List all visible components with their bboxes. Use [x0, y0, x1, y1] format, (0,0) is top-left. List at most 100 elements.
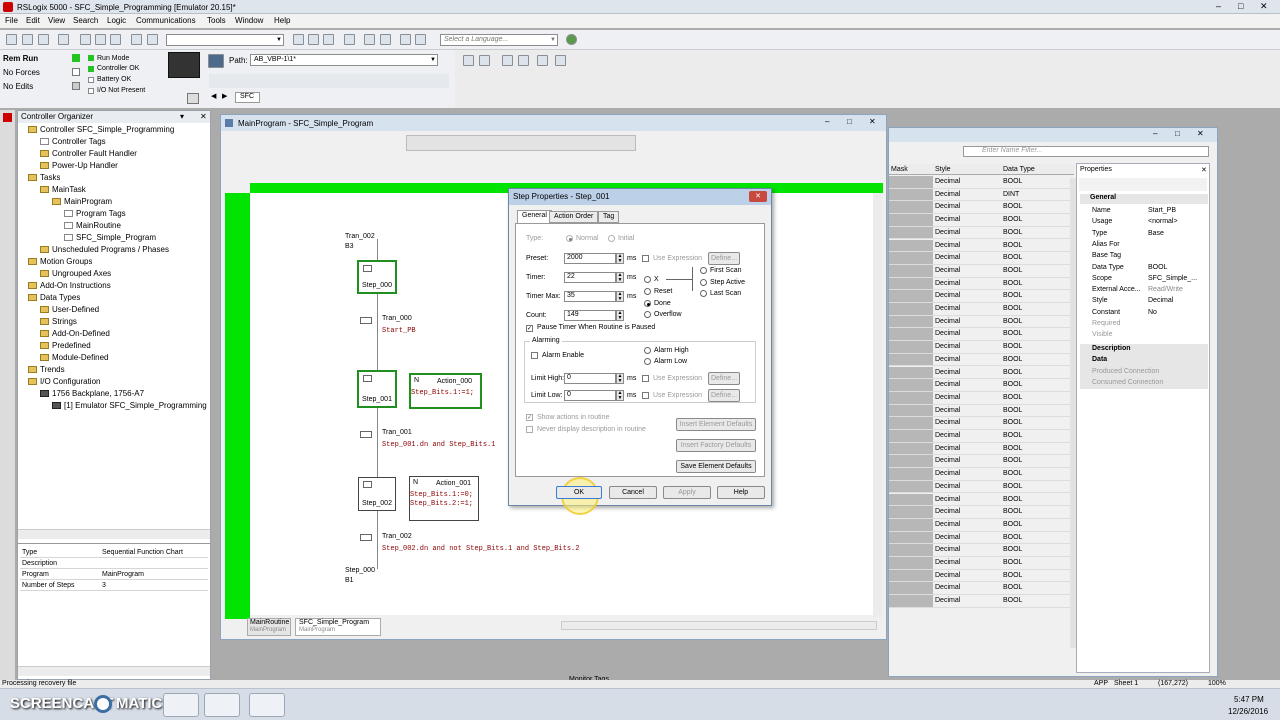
last-scan-radio[interactable]: [700, 290, 707, 297]
tag-row[interactable]: Decimal BOOL: [889, 391, 1074, 405]
tag-property-row[interactable]: Name Start_PB: [1080, 206, 1208, 217]
taskbar-app-1-icon[interactable]: [163, 693, 199, 717]
tag-row[interactable]: Decimal BOOL: [889, 239, 1074, 253]
tag-row[interactable]: Decimal BOOL: [889, 557, 1074, 570]
tag-row[interactable]: Decimal BOOL: [889, 303, 1074, 316]
limit-high-input[interactable]: 0: [564, 373, 616, 384]
timer-max-spinner[interactable]: ▲ ▼: [616, 291, 624, 302]
type-initial-radio[interactable]: [608, 235, 615, 242]
tree-item[interactable]: Trends: [28, 365, 65, 377]
sfc-minimize-icon[interactable]: –: [825, 117, 829, 126]
pin-icon[interactable]: ▾: [180, 112, 184, 121]
col-style[interactable]: Style: [935, 166, 951, 173]
tree-item[interactable]: Add-On-Defined: [40, 329, 110, 341]
dialog-close-icon[interactable]: ✕: [749, 191, 767, 202]
tag-minimize-icon[interactable]: –: [1153, 129, 1157, 138]
open-icon[interactable]: [22, 34, 33, 45]
limit-high-define-button[interactable]: Define...: [708, 372, 740, 385]
type-normal-radio[interactable]: [566, 235, 573, 242]
tree-item[interactable]: Data Types: [28, 293, 80, 305]
ladder-tab-right-icon[interactable]: ▶: [222, 92, 227, 100]
sfc-vscroll[interactable]: [873, 193, 882, 617]
bit-overflow-radio[interactable]: [644, 311, 651, 318]
tag-property-row[interactable]: Type Base: [1080, 229, 1208, 240]
tag-row[interactable]: Decimal BOOL: [889, 214, 1074, 227]
tag-row[interactable]: Decimal BOOL: [889, 468, 1074, 481]
tag-property-row[interactable]: External Acce... Read/Write: [1080, 285, 1208, 296]
verify-controller-icon[interactable]: [380, 34, 391, 45]
limit-low-input[interactable]: 0: [564, 390, 616, 401]
timer-spinner[interactable]: ▲ ▼: [616, 272, 624, 283]
paste-icon[interactable]: [110, 34, 121, 45]
first-scan-radio[interactable]: [700, 267, 707, 274]
alarm-high-radio[interactable]: [644, 347, 651, 354]
col-data-type[interactable]: Data Type: [1003, 166, 1035, 173]
language-select[interactable]: Select a Language... ▼: [440, 34, 558, 46]
limit-high-spinner[interactable]: ▲ ▼: [616, 373, 624, 384]
copy-icon[interactable]: [95, 34, 106, 45]
tree-item[interactable]: Tasks: [28, 173, 60, 185]
tag-row[interactable]: Decimal BOOL: [889, 252, 1074, 265]
tree-item[interactable]: Program Tags: [64, 209, 126, 221]
bit-reset-radio[interactable]: [644, 288, 651, 295]
close-organizer-icon[interactable]: ✕: [200, 112, 207, 121]
menu-tools[interactable]: Tools: [207, 16, 226, 25]
scroll-icon[interactable]: [187, 93, 199, 104]
verify-routine-icon[interactable]: [364, 34, 375, 45]
tag-row[interactable]: Decimal BOOL: [889, 569, 1074, 583]
insert-element-defaults-button[interactable]: Insert Element Defaults: [676, 418, 756, 431]
tag-row[interactable]: Decimal BOOL: [889, 506, 1074, 519]
tag-row[interactable]: Decimal BOOL: [889, 264, 1074, 278]
tag-row[interactable]: Decimal BOOL: [889, 328, 1074, 342]
tag-property-row[interactable]: Constant No: [1080, 308, 1208, 319]
print-icon[interactable]: [58, 34, 69, 45]
preset-use-expression-checkbox[interactable]: [642, 255, 649, 262]
show-actions-checkbox[interactable]: ✓: [526, 414, 533, 421]
limit-low-use-expression-checkbox[interactable]: [642, 392, 649, 399]
tree-item[interactable]: MainRoutine: [64, 221, 121, 233]
sfc-tool-6-icon[interactable]: [555, 55, 566, 66]
redo-icon[interactable]: [147, 34, 158, 45]
property-section[interactable]: Produced Connection: [1080, 366, 1208, 378]
tag-row[interactable]: Decimal DINT: [889, 188, 1074, 202]
tag-row[interactable]: Decimal BOOL: [889, 379, 1074, 392]
network-icon[interactable]: [208, 54, 224, 68]
tree-item[interactable]: Add-On Instructions: [28, 281, 111, 293]
new-icon[interactable]: [6, 34, 17, 45]
tab-general[interactable]: General: [517, 210, 552, 223]
tag-property-row[interactable]: Style Decimal: [1080, 296, 1208, 307]
tran-001-bar[interactable]: [360, 431, 372, 438]
tag-property-row[interactable]: Required: [1080, 319, 1208, 330]
start-page-icon[interactable]: [3, 113, 12, 122]
tag-row[interactable]: Decimal BOOL: [889, 430, 1074, 443]
tag-row[interactable]: Decimal BOOL: [889, 315, 1074, 329]
organizer-hscroll[interactable]: [18, 529, 210, 539]
tag-row[interactable]: Decimal BOOL: [889, 544, 1074, 557]
tab-action-order[interactable]: Action Order: [549, 211, 599, 223]
step-002[interactable]: Step_002: [358, 477, 396, 511]
tree-item[interactable]: Controller Tags: [40, 137, 106, 149]
tree-item[interactable]: Predefined: [40, 341, 91, 353]
col-mask[interactable]: Mask: [891, 166, 908, 173]
help-button[interactable]: Help: [717, 486, 765, 499]
save-icon[interactable]: [38, 34, 49, 45]
limit-low-define-button[interactable]: Define...: [708, 389, 740, 402]
tree-item[interactable]: MainTask: [40, 185, 86, 197]
tran-000-bar[interactable]: [360, 317, 372, 324]
bit-x-radio[interactable]: [644, 276, 651, 283]
timer-input[interactable]: 22: [564, 272, 616, 283]
step-000[interactable]: Step_000: [357, 260, 397, 294]
properties-close-icon[interactable]: ✕: [1201, 166, 1207, 174]
property-section[interactable]: Consumed Connection: [1080, 377, 1208, 390]
alarm-enable-checkbox[interactable]: [531, 352, 538, 359]
tag-property-row[interactable]: Usage <normal>: [1080, 217, 1208, 228]
tag-row[interactable]: Decimal BOOL: [889, 417, 1074, 430]
find-prev-icon[interactable]: [323, 34, 334, 45]
tag-property-row[interactable]: Visible: [1080, 330, 1208, 341]
tree-item[interactable]: MainProgram: [52, 197, 112, 209]
tag-row[interactable]: Decimal BOOL: [889, 442, 1074, 456]
find-icon[interactable]: [293, 34, 304, 45]
tag-row[interactable]: Decimal BOOL: [889, 277, 1074, 291]
tag-row[interactable]: Decimal BOOL: [889, 290, 1074, 303]
find-next-icon[interactable]: [308, 34, 319, 45]
